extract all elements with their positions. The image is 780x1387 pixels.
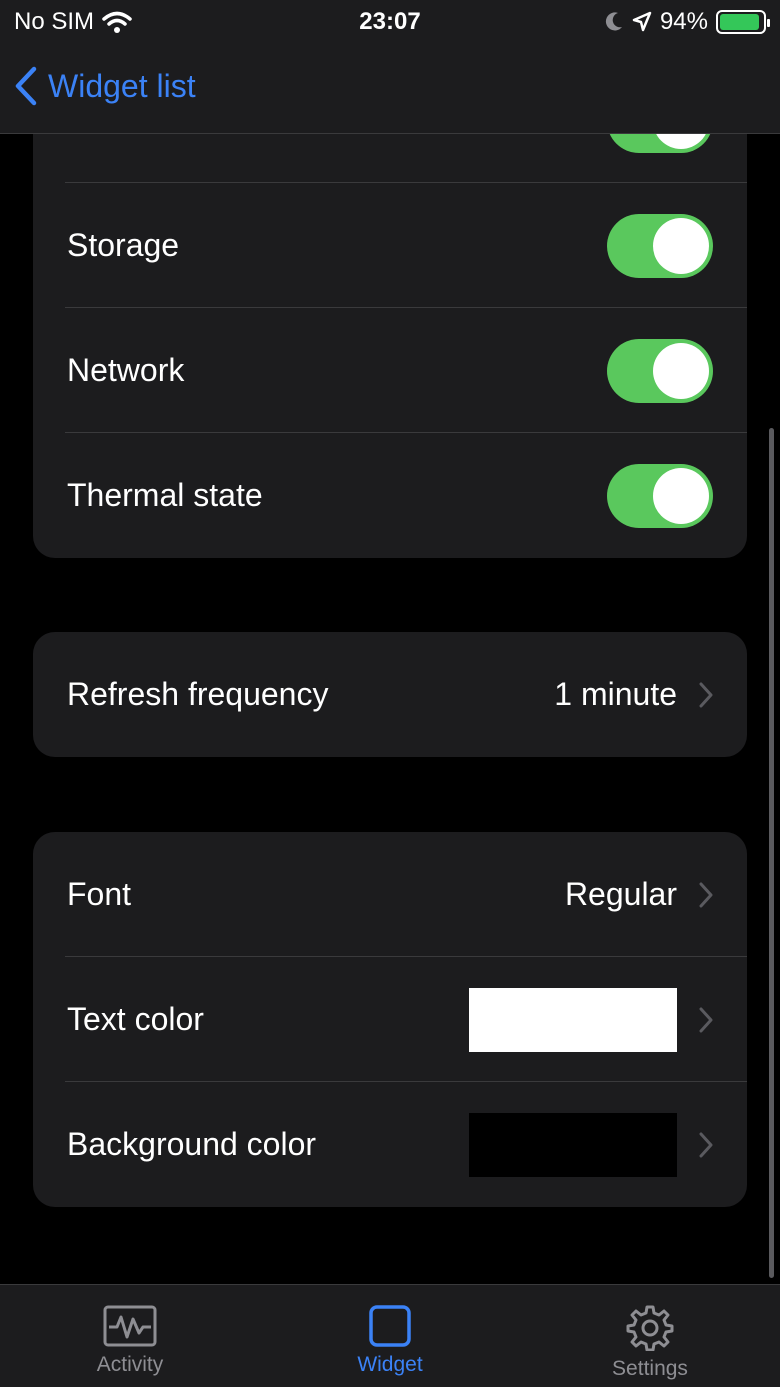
status-right: 94%	[604, 8, 770, 36]
tab-widget[interactable]: Widget	[260, 1285, 520, 1387]
tab-widget-label: Widget	[357, 1353, 423, 1376]
refresh-frequency-value: 1 minute	[554, 676, 677, 712]
font-row[interactable]: Font Regular	[33, 832, 747, 957]
battery-icon	[716, 10, 770, 34]
chevron-left-icon	[15, 66, 37, 106]
chevron-right-icon	[699, 1132, 713, 1157]
location-icon	[632, 11, 652, 32]
network-row: Network	[33, 308, 747, 433]
battery-fill	[720, 14, 760, 30]
tab-activity[interactable]: Activity	[0, 1285, 260, 1387]
refresh-frequency-label: Refresh frequency	[67, 676, 329, 712]
font-value: Regular	[564, 876, 677, 912]
background-color-label: Background color	[67, 1126, 317, 1162]
text-color-row[interactable]: Text color	[33, 957, 747, 1082]
network-toggle[interactable]	[607, 338, 713, 403]
storage-row: Storage	[33, 183, 747, 308]
text-color-label: Text color	[67, 1001, 204, 1037]
background-color-row[interactable]: Background color	[33, 1082, 747, 1207]
storage-label: Storage	[67, 227, 180, 263]
status-bar: No SIM 23:07 94%	[0, 0, 780, 44]
text-color-swatch	[469, 987, 677, 1052]
scrollbar[interactable]	[769, 428, 774, 1278]
status-left: No SIM	[14, 8, 132, 36]
carrier-label: No SIM	[14, 8, 95, 35]
thermal-state-label: Thermal state	[67, 477, 263, 513]
tab-settings[interactable]: Settings	[520, 1285, 780, 1387]
tab-settings-label: Settings	[612, 1357, 688, 1380]
thermal-state-toggle[interactable]	[607, 463, 713, 528]
storage-toggle[interactable]	[607, 213, 713, 278]
tab-bar: Activity Widget Settings	[0, 1284, 780, 1387]
widget-icon	[369, 1305, 411, 1347]
chevron-right-icon	[699, 682, 713, 707]
gear-icon	[626, 1305, 674, 1351]
chevron-right-icon	[699, 882, 713, 907]
back-button[interactable]: Widget list	[14, 66, 196, 106]
moon-icon	[605, 12, 622, 31]
tab-activity-label: Activity	[96, 1353, 164, 1376]
navigation-bar: Widget list	[0, 44, 780, 134]
appearance-group: Font Regular Text color Background color	[33, 832, 747, 1207]
back-button-label: Widget list	[48, 67, 196, 104]
refresh-frequency-row[interactable]: Refresh frequency 1 minute	[33, 632, 747, 757]
background-color-swatch	[469, 1112, 677, 1177]
thermal-state-row: Thermal state	[33, 433, 747, 558]
battery-percent: 94%	[659, 8, 708, 35]
wifi-icon	[102, 11, 132, 33]
network-label: Network	[67, 352, 185, 388]
font-label: Font	[67, 876, 132, 912]
refresh-group: Refresh frequency 1 minute	[33, 632, 747, 757]
activity-icon	[103, 1305, 157, 1347]
chevron-right-icon	[699, 1007, 713, 1032]
